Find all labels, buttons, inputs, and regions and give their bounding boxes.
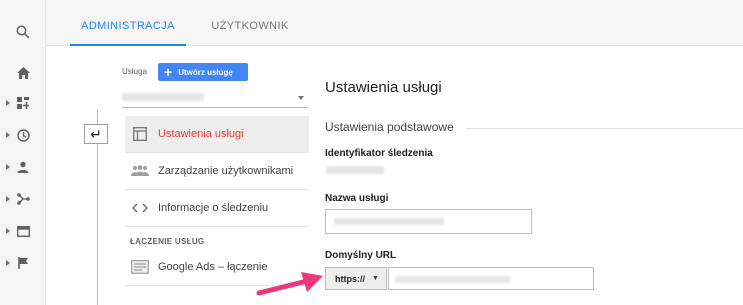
table-icon[interactable] xyxy=(0,217,46,245)
redacted-url-value xyxy=(395,276,510,283)
section-heading-basic: Ustawienia podstawowe xyxy=(325,120,454,134)
redacted-service-name xyxy=(122,93,204,101)
top-tab-bar: ADMINISTRACJA UŻYTKOWNIK xyxy=(46,0,743,46)
ads-icon xyxy=(131,258,149,276)
protocol-select[interactable]: https:// ▼ xyxy=(325,267,387,290)
menu-item-label: Google Ads – łączenie xyxy=(158,261,268,273)
service-name-input[interactable] xyxy=(325,209,532,234)
menu-item-user-management[interactable]: Zarządzanie użytkownikami xyxy=(125,153,309,190)
default-url-input[interactable] xyxy=(388,267,594,290)
menu-item-label: Zarządzanie użytkownikami xyxy=(158,165,294,177)
service-label: Usługa xyxy=(122,67,147,76)
menu-item-label: Informacje o śledzeniu xyxy=(158,202,269,214)
expand-caret-icon xyxy=(6,132,10,138)
share-icon[interactable] xyxy=(0,185,46,213)
create-service-label: Utwórz usługę xyxy=(178,67,233,77)
pointer-arrow-icon xyxy=(256,272,323,296)
service-name-label: Nazwa usługi xyxy=(325,193,389,204)
tracking-id-label: Identyfikator śledzenia xyxy=(325,148,433,159)
menu-item-service-settings[interactable]: Ustawienia usługi xyxy=(125,116,309,153)
section-divider xyxy=(466,128,743,129)
users-icon xyxy=(131,162,149,180)
expand-caret-icon xyxy=(6,164,10,170)
redacted-tracking-id xyxy=(326,166,384,174)
protocol-value: https:// xyxy=(335,273,365,284)
layout-icon xyxy=(131,125,149,143)
page-title: Ustawienia usługi xyxy=(325,79,442,96)
service-menu: Ustawienia usługi Zarządzanie użytkownik… xyxy=(125,116,309,286)
default-url-label: Domyślny URL xyxy=(325,250,397,261)
chevron-down-icon xyxy=(298,96,304,100)
back-arrow-icon: ↵ xyxy=(90,125,102,142)
expand-caret-icon xyxy=(6,100,10,106)
tab-administracja[interactable]: ADMINISTRACJA xyxy=(70,0,186,46)
home-icon[interactable] xyxy=(0,59,46,87)
redacted-service-name-value xyxy=(334,218,444,225)
create-service-button[interactable]: + Utwórz usługę xyxy=(158,63,248,81)
person-icon[interactable] xyxy=(0,153,46,181)
tab-uzytkownik[interactable]: UŻYTKOWNIK xyxy=(200,0,300,46)
left-nav-rail xyxy=(0,0,46,305)
chevron-down-icon: ▼ xyxy=(372,275,379,282)
clock-icon[interactable] xyxy=(0,121,46,149)
search-icon[interactable] xyxy=(0,18,46,46)
collapse-back-button[interactable]: ↵ xyxy=(84,124,108,144)
service-selector[interactable] xyxy=(122,90,308,108)
ga-admin-screen: ADMINISTRACJA UŻYTKOWNIK Usługa + Utwórz… xyxy=(0,0,743,305)
plus-icon: + xyxy=(164,64,173,80)
code-icon xyxy=(131,199,149,217)
menu-item-tracking-info[interactable]: Informacje o śledzeniu xyxy=(125,190,309,227)
flag-icon[interactable] xyxy=(0,249,46,277)
expand-caret-icon xyxy=(6,260,10,266)
expand-caret-icon xyxy=(6,196,10,202)
section-heading-linking: ŁĄCZENIE USŁUG xyxy=(130,237,205,246)
expand-caret-icon xyxy=(6,228,10,234)
dashboard-icon[interactable] xyxy=(0,89,46,117)
menu-item-label: Ustawienia usługi xyxy=(158,128,244,140)
